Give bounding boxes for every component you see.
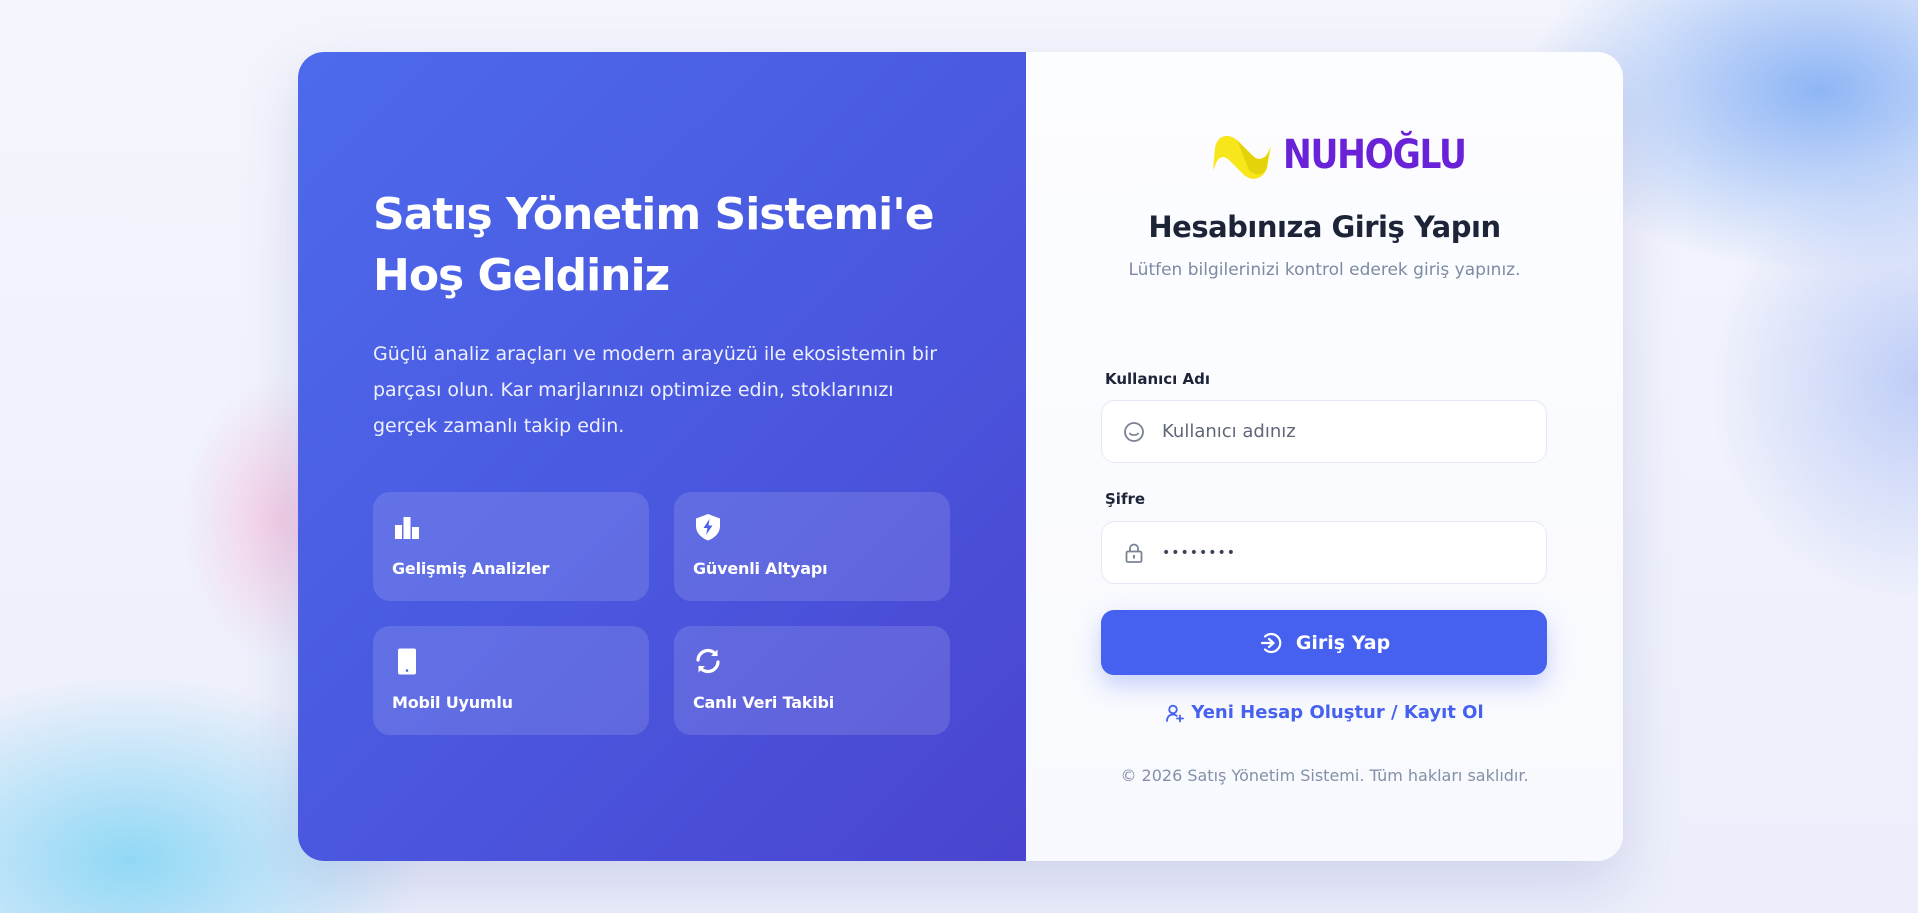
feature-label: Gelişmiş Analizler bbox=[392, 559, 550, 578]
feature-card-mobile: Mobil Uyumlu bbox=[373, 626, 649, 735]
feature-card-live-data: Canlı Veri Takibi bbox=[674, 626, 950, 735]
login-title: Hesabınıza Giriş Yapın bbox=[1148, 210, 1501, 244]
logo-mark-icon bbox=[1213, 135, 1271, 179]
welcome-title: Satış Yönetim Sistemi'e Hoş Geldiniz bbox=[373, 189, 935, 301]
feature-label: Canlı Veri Takibi bbox=[693, 693, 835, 712]
register-link[interactable]: Yeni Hesap Oluştur / Kayıt Ol bbox=[1026, 702, 1623, 723]
mobile-icon bbox=[398, 648, 416, 675]
login-subtitle: Lütfen bilgilerinizi kontrol ederek giri… bbox=[1128, 260, 1521, 280]
welcome-panel: Satış Yönetim Sistemi'e Hoş Geldiniz Güç… bbox=[298, 52, 1026, 861]
username-label: Kullanıcı Adı bbox=[1105, 370, 1211, 388]
login-panel: NUHOĞLU Hesabınıza Giriş Yapın Lütfen bi… bbox=[1026, 52, 1623, 861]
bar-chart-icon bbox=[395, 517, 419, 539]
username-field[interactable] bbox=[1101, 400, 1547, 463]
copyright-footer: © 2026 Satış Yönetim Sistemi. Tüm haklar… bbox=[1120, 766, 1529, 785]
shield-bolt-icon bbox=[696, 514, 720, 541]
welcome-description: Güçlü analiz araçları ve modern arayüzü … bbox=[373, 343, 938, 437]
username-input[interactable] bbox=[1160, 420, 1544, 443]
login-arrow-icon bbox=[1260, 632, 1282, 653]
password-input[interactable] bbox=[1160, 543, 1544, 562]
feature-grid: Gelişmiş Analizler Güvenli Altyapı Mobil… bbox=[373, 492, 1026, 735]
feature-card-security: Güvenli Altyapı bbox=[674, 492, 950, 601]
logo-text: NUHOĞLU bbox=[1283, 132, 1467, 178]
feature-card-analytics: Gelişmiş Analizler bbox=[373, 492, 649, 601]
user-plus-icon bbox=[1166, 704, 1185, 722]
password-label: Şifre bbox=[1105, 490, 1146, 508]
smile-icon bbox=[1124, 421, 1144, 442]
register-link-label: Yeni Hesap Oluştur / Kayıt Ol bbox=[1191, 702, 1484, 723]
brand-logo: NUHOĞLU bbox=[1207, 126, 1495, 184]
login-card: Satış Yönetim Sistemi'e Hoş Geldiniz Güç… bbox=[298, 52, 1623, 861]
login-button-label: Giriş Yap bbox=[1295, 631, 1391, 654]
feature-label: Güvenli Altyapı bbox=[693, 559, 828, 578]
password-field[interactable] bbox=[1101, 521, 1547, 584]
lock-icon bbox=[1125, 543, 1143, 563]
feature-label: Mobil Uyumlu bbox=[392, 693, 513, 712]
login-button[interactable]: Giriş Yap bbox=[1101, 610, 1547, 675]
sync-icon bbox=[696, 648, 720, 674]
